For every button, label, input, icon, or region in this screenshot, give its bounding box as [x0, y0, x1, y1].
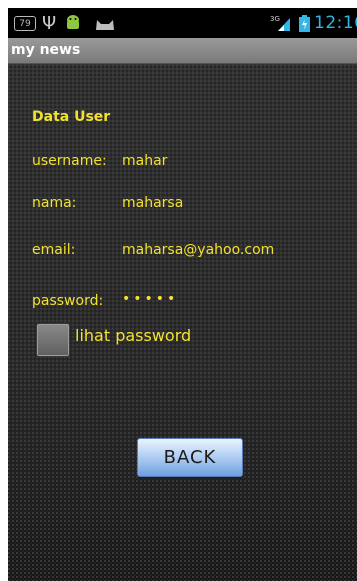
usb-icon: Ψ: [42, 12, 57, 34]
password-value: •••••: [122, 291, 179, 307]
signal-label: 3G: [270, 15, 280, 23]
status-bar: 79 Ψ 3G 12:1: [8, 8, 357, 38]
show-password-checkbox[interactable]: [36, 323, 70, 357]
email-label: email:: [32, 242, 76, 258]
password-label: password:: [32, 293, 104, 309]
username-label: username:: [32, 153, 107, 169]
app-title: my news: [11, 42, 81, 58]
title-bar: my news: [8, 38, 357, 64]
email-value: maharsa@yahoo.com: [122, 242, 275, 258]
main-content: Data User username: mahar nama: maharsa …: [8, 64, 357, 581]
battery-icon: [299, 15, 310, 32]
notification-count-badge: 79: [14, 16, 36, 31]
signal-icon: 3G: [270, 14, 292, 32]
username-value: mahar: [122, 153, 168, 169]
android-robot-icon: [64, 14, 82, 32]
nama-value: maharsa: [122, 195, 184, 211]
cat-icon: [94, 17, 116, 31]
status-time: 12:16: [314, 13, 357, 33]
back-button[interactable]: BACK: [137, 438, 243, 477]
show-password-label[interactable]: lihat password: [75, 326, 191, 345]
nama-label: nama:: [32, 195, 77, 211]
section-heading: Data User: [32, 109, 111, 125]
phone-screen: 79 Ψ 3G 12:1 my news Data User username:…: [8, 8, 357, 581]
